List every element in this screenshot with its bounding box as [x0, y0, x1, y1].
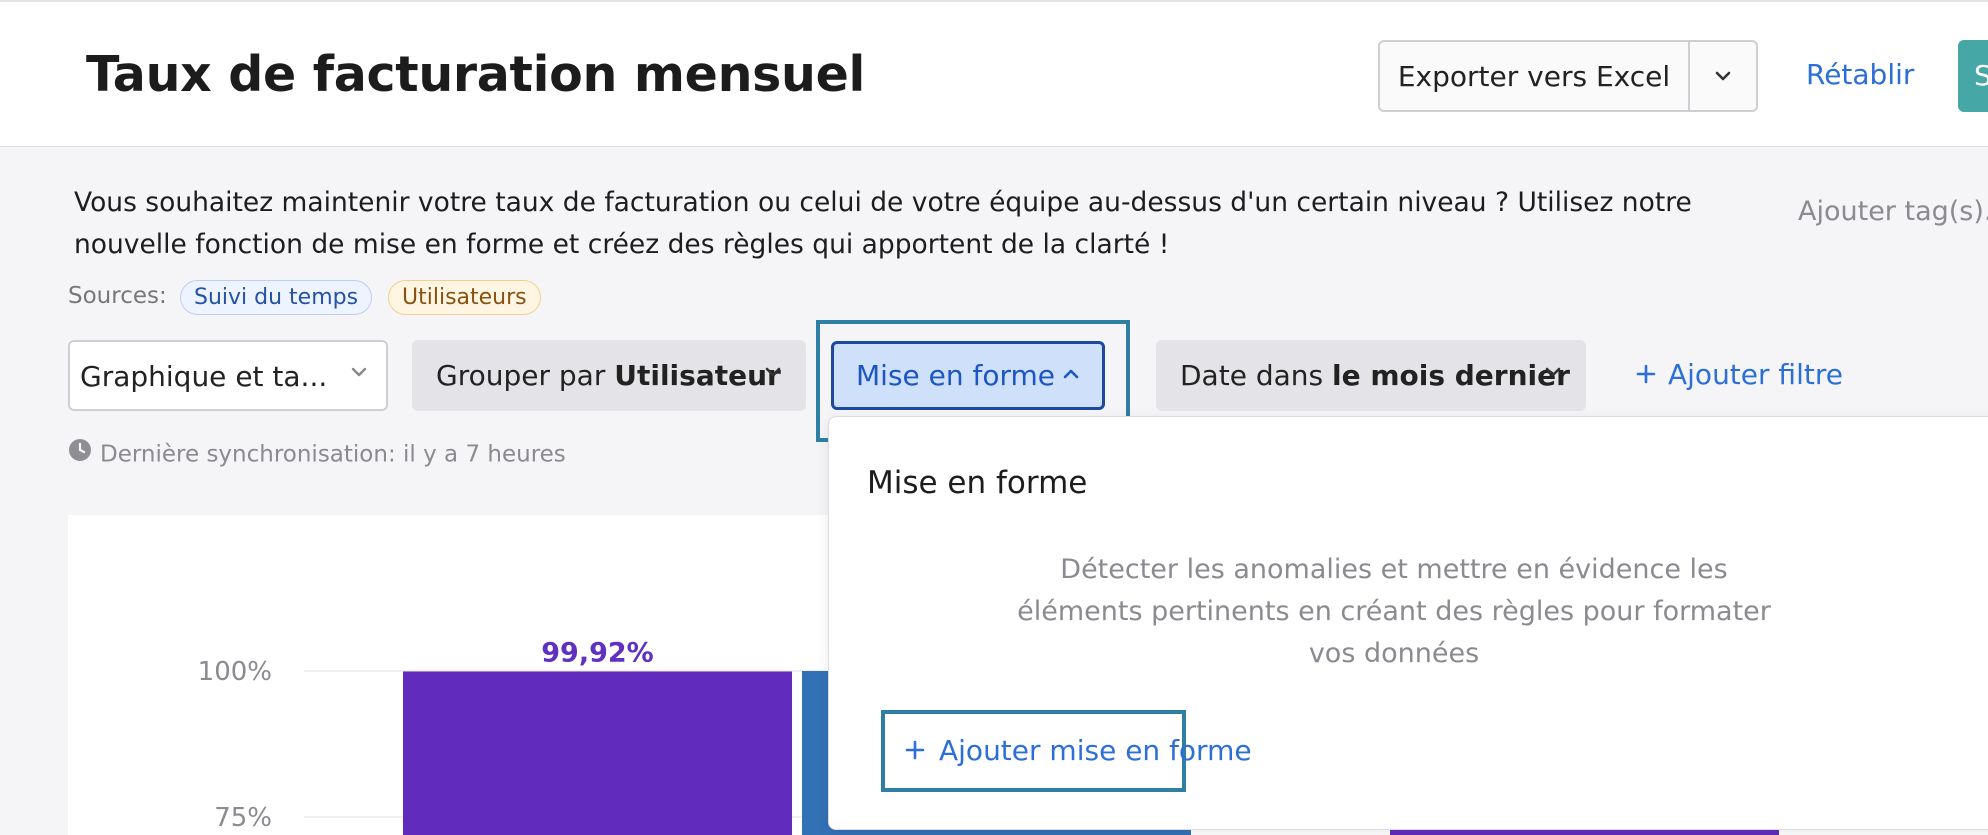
- add-formatting-label: Ajouter mise en forme: [939, 734, 1252, 767]
- date-filter-button[interactable]: Date dans le mois dernier: [1156, 340, 1586, 411]
- export-excel-button[interactable]: Exporter vers Excel: [1380, 42, 1688, 110]
- last-sync-text: Dernière synchronisation: il y a 7 heure…: [100, 441, 566, 468]
- formatting-panel-title: Mise en forme: [867, 465, 1088, 501]
- add-tags-link[interactable]: Ajouter tag(s).: [1798, 196, 1988, 227]
- group-by-button[interactable]: Grouper par Utilisateur: [412, 340, 806, 411]
- add-filter-label: Ajouter filtre: [1668, 358, 1843, 391]
- reset-link[interactable]: Rétablir: [1806, 58, 1914, 91]
- bar-data-label: 99,92%: [541, 637, 653, 668]
- plus-icon: [1636, 364, 1656, 384]
- plus-icon: [905, 740, 925, 760]
- date-filter-value: le mois dernier: [1332, 359, 1570, 392]
- chevron-down-icon: [765, 367, 781, 377]
- date-filter-prefix: Date dans: [1180, 359, 1332, 392]
- source-chip-time-tracking[interactable]: Suivi du temps: [180, 280, 373, 315]
- save-button[interactable]: S: [1958, 40, 1988, 112]
- export-button-group: Exporter vers Excel: [1378, 40, 1758, 112]
- bar[interactable]: [403, 671, 792, 835]
- add-filter-button[interactable]: Ajouter filtre: [1636, 358, 1843, 391]
- last-sync-status: Dernière synchronisation: il y a 7 heure…: [68, 438, 566, 470]
- source-chip-users[interactable]: Utilisateurs: [388, 280, 541, 315]
- y-tick-label: 100%: [198, 657, 272, 687]
- export-options-button[interactable]: [1690, 42, 1756, 110]
- group-by-value: Utilisateur: [614, 359, 781, 392]
- visualization-select-value: Graphique et ta...: [80, 360, 328, 393]
- clock-icon: [68, 438, 92, 468]
- group-by-prefix: Grouper par: [436, 359, 615, 392]
- report-description: Vous souhaitez maintenir votre taux de f…: [74, 187, 1692, 260]
- y-tick-label: 75%: [214, 803, 272, 833]
- formatting-panel: Mise en forme Détecter les anomalies et …: [828, 416, 1988, 830]
- sources-label: Sources:: [68, 283, 167, 309]
- visualization-select[interactable]: Graphique et ta...: [68, 340, 388, 411]
- formatting-panel-description: Détecter les anomalies et mettre en évid…: [1017, 554, 1771, 669]
- chevron-down-icon: [1715, 71, 1731, 81]
- add-formatting-button[interactable]: Ajouter mise en forme: [881, 710, 1252, 792]
- page-header: Taux de facturation mensuel Exporter ver…: [0, 0, 1988, 147]
- page-title: Taux de facturation mensuel: [86, 46, 866, 103]
- chevron-down-icon: [351, 367, 367, 377]
- chevron-down-icon: [1545, 367, 1561, 377]
